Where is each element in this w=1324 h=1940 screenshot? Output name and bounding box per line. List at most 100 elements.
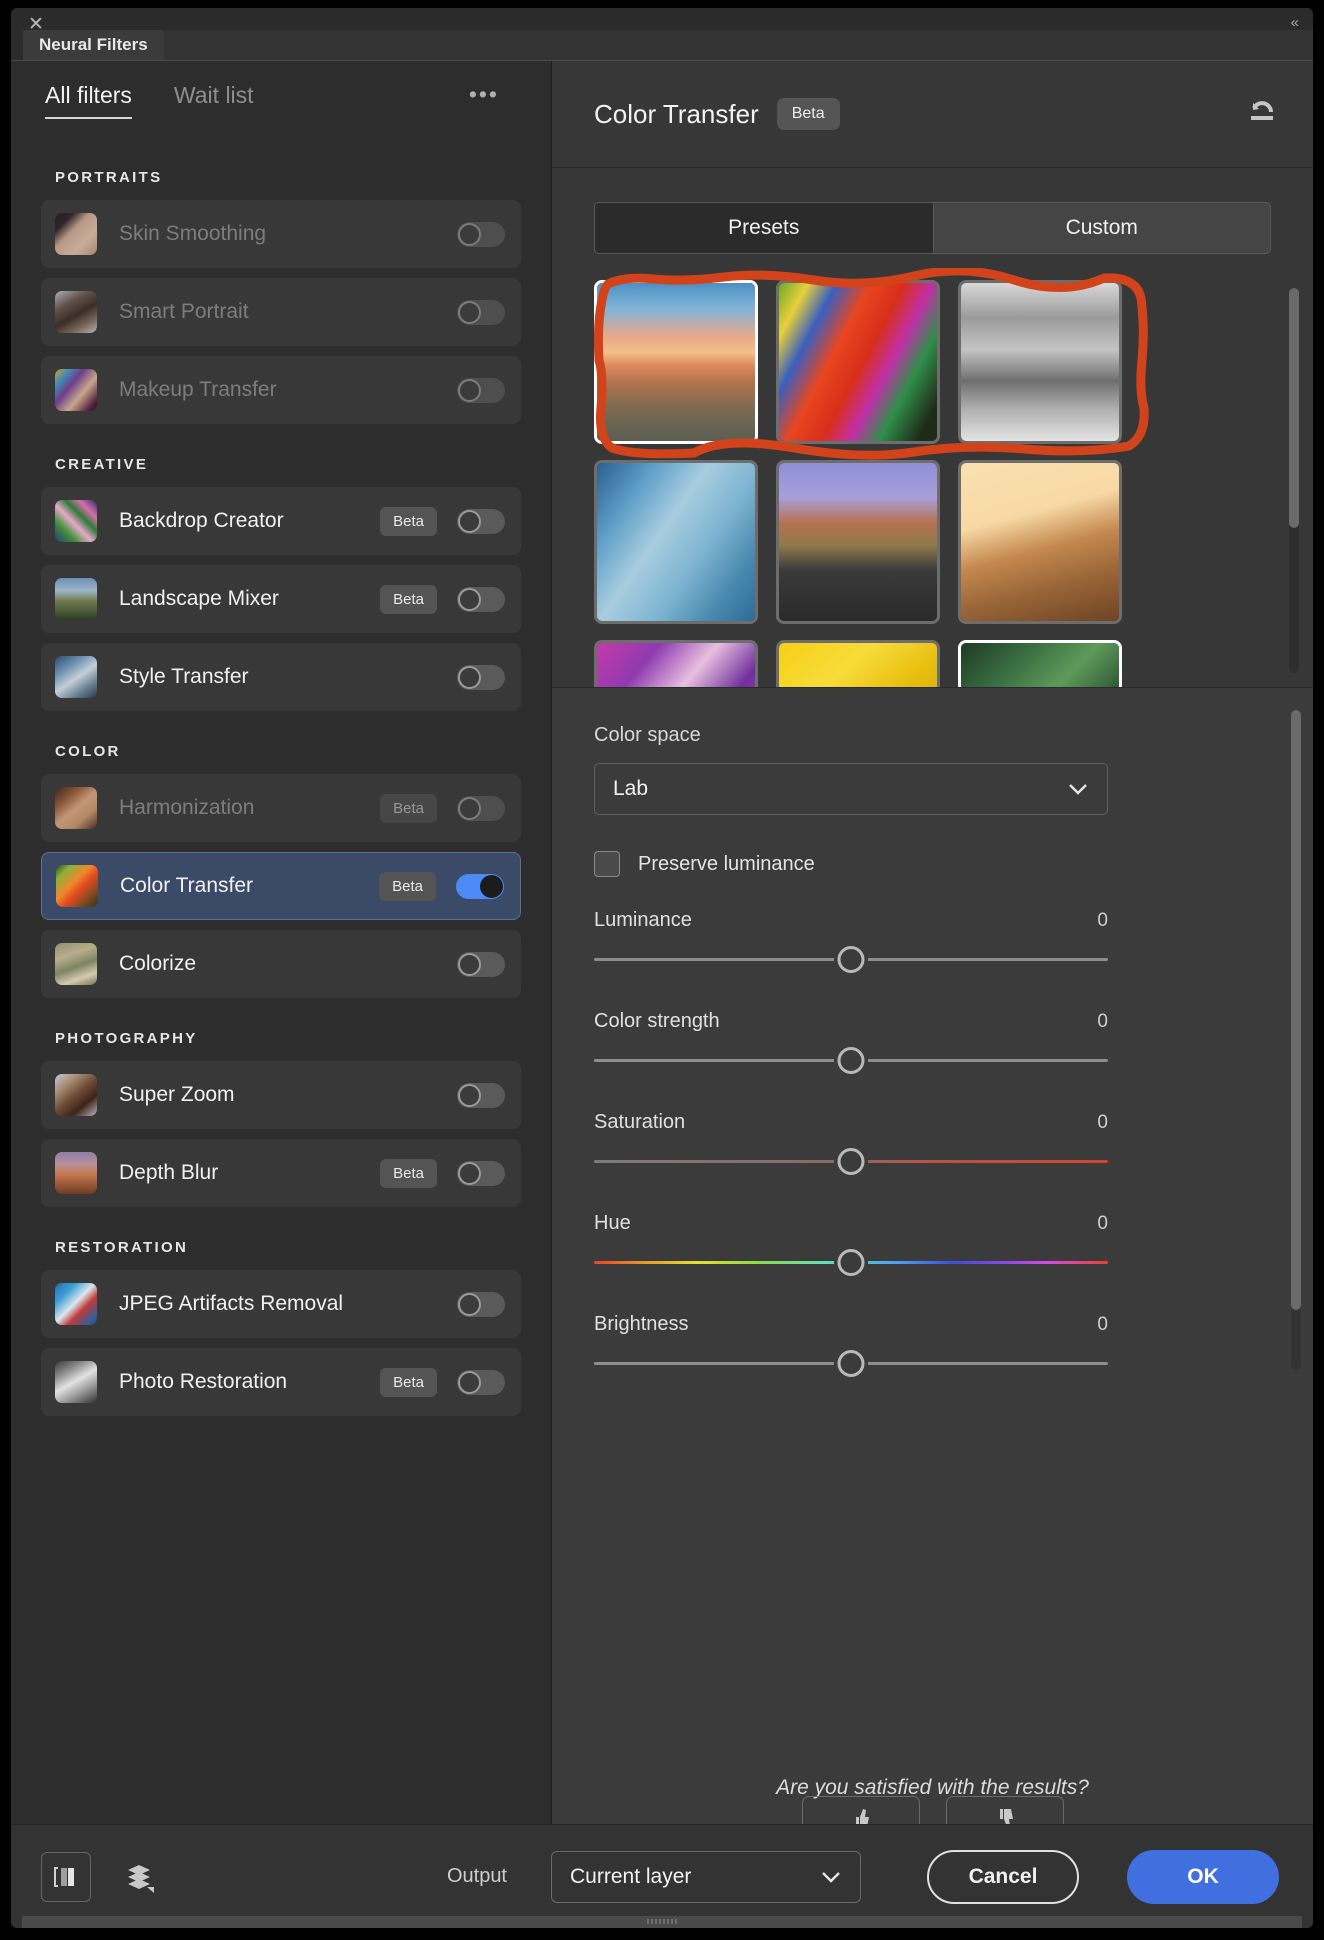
slider-track-area[interactable] — [594, 1346, 1108, 1382]
filter-row[interactable]: Colorize — [41, 930, 521, 998]
filter-row: Smart Portrait — [41, 278, 521, 346]
color-space-select[interactable]: Lab — [594, 763, 1108, 815]
beta-badge: Beta — [776, 98, 840, 130]
slider-label: Color strength — [594, 1010, 720, 1032]
preset-thumbnail[interactable] — [958, 280, 1122, 444]
preserve-luminance-checkbox[interactable]: Preserve luminance — [594, 851, 1271, 877]
slider-track-area[interactable] — [594, 1144, 1108, 1180]
slider-knob[interactable] — [837, 1148, 865, 1175]
settings-scrollbar[interactable] — [1291, 710, 1301, 1370]
toggle-knob — [458, 1161, 481, 1185]
thumbs-up-icon[interactable] — [801, 1796, 920, 1824]
chevron-down-icon — [822, 1871, 840, 1883]
filter-row[interactable]: Color Transfer Beta — [41, 852, 521, 920]
tab-presets[interactable]: Presets — [595, 203, 933, 253]
filter-toggle[interactable] — [457, 1160, 505, 1186]
slider-header: Luminance 0 — [594, 909, 1108, 932]
filter-name: Style Transfer — [119, 665, 249, 688]
presets-area: Presets Custom — [552, 168, 1313, 687]
filter-row[interactable]: Depth Blur Beta — [41, 1139, 521, 1207]
tab-wait-list[interactable]: Wait list — [174, 82, 254, 117]
preset-thumbnail[interactable] — [594, 640, 758, 687]
tab-all-filters[interactable]: All filters — [45, 82, 132, 119]
preset-thumbnail-grid — [594, 280, 1140, 687]
filter-toggle[interactable] — [457, 1291, 505, 1317]
slider-luminance: Luminance 0 — [594, 909, 1108, 978]
presets-scrollbar[interactable] — [1289, 288, 1299, 673]
thumbs-down-icon[interactable] — [945, 1796, 1064, 1824]
slider-brightness: Brightness 0 — [594, 1313, 1108, 1382]
toggle-knob — [458, 952, 481, 976]
slider-track-area[interactable] — [594, 942, 1108, 978]
preset-image — [597, 463, 755, 621]
filter-toggle[interactable] — [457, 664, 505, 690]
filter-row[interactable]: Super Zoom — [41, 1061, 521, 1129]
preset-thumbnail[interactable] — [776, 280, 940, 444]
slider-value: 0 — [1097, 1213, 1108, 1234]
titlebar: ✕ « Neural Filters — [11, 8, 1313, 60]
filter-row[interactable]: Style Transfer — [41, 643, 521, 711]
filter-toggle[interactable] — [457, 586, 505, 612]
tabstrip: Neural Filters — [23, 30, 164, 60]
toggle-knob — [458, 222, 481, 246]
slider-knob[interactable] — [837, 1350, 865, 1377]
cancel-button[interactable]: Cancel — [927, 1849, 1079, 1904]
presets-scrollbar-thumb[interactable] — [1289, 288, 1299, 528]
statusbar — [22, 1916, 1302, 1928]
preset-image — [961, 643, 1119, 687]
filter-toggle[interactable] — [457, 951, 505, 977]
filter-row[interactable]: Landscape Mixer Beta — [41, 565, 521, 633]
slider-knob[interactable] — [837, 1047, 865, 1074]
reset-icon[interactable] — [1245, 97, 1279, 132]
slider-track-area[interactable] — [594, 1245, 1108, 1281]
filter-row[interactable]: Photo Restoration Beta — [41, 1348, 521, 1416]
tab-custom[interactable]: Custom — [932, 203, 1270, 253]
overflow-menu-icon[interactable]: ••• — [469, 83, 499, 106]
preset-thumbnail[interactable] — [776, 460, 940, 624]
preset-thumbnail[interactable] — [594, 280, 758, 444]
filter-toggle[interactable] — [457, 1082, 505, 1108]
slider-saturation: Saturation 0 — [594, 1111, 1108, 1180]
filter-toggle[interactable] — [457, 508, 505, 534]
slider-knob[interactable] — [837, 1249, 865, 1276]
filter-thumbnail — [55, 1152, 97, 1194]
preset-thumbnail[interactable] — [594, 460, 758, 624]
slider-knob[interactable] — [837, 946, 865, 973]
filter-group-title: RESTORATION — [55, 1239, 189, 1256]
preset-image — [961, 463, 1119, 621]
filter-row: Skin Smoothing — [41, 200, 521, 268]
filter-group-title: COLOR — [55, 743, 121, 760]
filter-group-title: PORTRAITS — [55, 169, 163, 186]
settings-scrollbar-thumb[interactable] — [1291, 710, 1301, 1310]
slider-track-area[interactable] — [594, 1043, 1108, 1079]
filter-row: Harmonization Beta — [41, 774, 521, 842]
filter-name: Colorize — [119, 952, 197, 975]
filter-name: Photo Restoration — [119, 1370, 288, 1393]
toggle-knob — [458, 665, 481, 689]
filter-row[interactable]: JPEG Artifacts Removal — [41, 1270, 521, 1338]
resize-grip[interactable] — [647, 1919, 677, 1924]
output-select[interactable]: Current layer — [551, 1850, 861, 1903]
layers-stack-icon[interactable] — [117, 1854, 163, 1900]
color-space-label: Color space — [594, 724, 701, 746]
toggle-knob — [458, 378, 481, 402]
ok-button[interactable]: OK — [1127, 1849, 1279, 1904]
slider-label: Brightness — [594, 1313, 689, 1335]
collapse-chevrons-icon[interactable]: « — [1291, 14, 1299, 31]
preset-thumbnail[interactable] — [776, 640, 940, 687]
filter-toggle — [457, 299, 505, 325]
panel-tab-neural-filters[interactable]: Neural Filters — [23, 30, 164, 60]
filter-toggle[interactable] — [456, 873, 504, 899]
preset-image — [597, 643, 755, 687]
toggle-knob — [458, 1370, 481, 1394]
toggle-knob — [480, 874, 503, 898]
filter-group-title: CREATIVE — [55, 456, 149, 473]
preview-split-icon[interactable] — [41, 1851, 91, 1902]
filter-row: Makeup Transfer — [41, 356, 521, 424]
toggle-knob — [458, 587, 481, 611]
preset-thumbnail[interactable] — [958, 460, 1122, 624]
filter-row[interactable]: Backdrop Creator Beta — [41, 487, 521, 555]
preset-thumbnail[interactable] — [958, 640, 1122, 687]
slider-value: 0 — [1097, 910, 1108, 931]
filter-toggle[interactable] — [457, 1369, 505, 1395]
